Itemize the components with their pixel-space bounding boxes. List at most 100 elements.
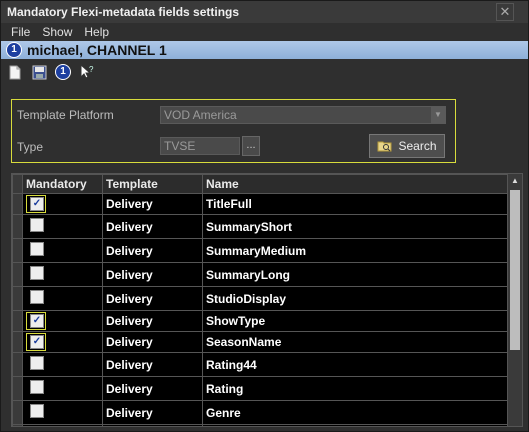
template-cell: Delivery: [102, 376, 203, 401]
search-button[interactable]: Search: [369, 134, 445, 158]
template-cell: Delivery: [102, 310, 203, 332]
row-selector[interactable]: [12, 262, 23, 287]
mandatory-cell: [22, 286, 103, 311]
column-header-template[interactable]: Template: [102, 174, 203, 194]
mandatory-checkbox-frame: ✓: [26, 333, 46, 351]
table-row[interactable]: Delivery SummaryMedium: [12, 238, 508, 263]
template-platform-label: Template Platform: [17, 108, 114, 122]
mandatory-checkbox[interactable]: ✓: [30, 314, 44, 328]
table-row[interactable]: Delivery SummaryLong: [12, 262, 508, 287]
template-cell: Delivery: [102, 331, 203, 353]
field-name-cell: FirstBroadcastingDate: [202, 424, 508, 426]
row-selector[interactable]: [12, 331, 23, 353]
svg-text:?: ?: [89, 65, 94, 74]
mandatory-checkbox[interactable]: ✓: [30, 335, 44, 349]
channel-number-badge: 1: [6, 42, 22, 58]
table-row[interactable]: ✓ Delivery SeasonName: [12, 331, 508, 353]
table-row[interactable]: ✓ DeliveryFirstBroadcastingDate: [12, 424, 508, 426]
menu-show[interactable]: Show: [36, 25, 78, 39]
template-platform-value: VOD America: [164, 108, 237, 122]
type-field[interactable]: TVSE: [160, 137, 240, 155]
field-name-cell: SummaryLong: [202, 262, 508, 287]
row-selector[interactable]: [12, 352, 23, 377]
mandatory-cell: [22, 214, 103, 239]
table-row[interactable]: Delivery SummaryShort: [12, 214, 508, 239]
table-row[interactable]: Delivery StudioDisplay: [12, 286, 508, 311]
table-row[interactable]: Delivery Rating44: [12, 352, 508, 377]
mandatory-checkbox-frame: ✓: [26, 195, 46, 213]
field-name-cell: SeasonName: [202, 331, 508, 353]
chevron-down-icon[interactable]: ▼: [431, 107, 445, 123]
menu-file[interactable]: File: [5, 25, 36, 39]
scrollbar-thumb[interactable]: [510, 190, 520, 350]
table-row[interactable]: Delivery Rating: [12, 376, 508, 401]
mandatory-checkbox[interactable]: [30, 404, 44, 418]
template-platform-select[interactable]: VOD America ▼: [160, 106, 446, 124]
close-button[interactable]: ✕: [496, 3, 514, 21]
toolbar: 1 ?: [1, 59, 528, 85]
row-selector[interactable]: [12, 193, 23, 215]
fields-grid[interactable]: Mandatory Template Name ✓ Delivery TitleFu…: [11, 173, 523, 427]
new-document-icon[interactable]: [6, 63, 24, 81]
row-selector[interactable]: [12, 424, 23, 426]
menu-help[interactable]: Help: [78, 25, 115, 39]
menu-bar: File Show Help: [1, 23, 528, 41]
field-name-cell: SummaryShort: [202, 214, 508, 239]
template-cell: Delivery: [102, 424, 203, 426]
scroll-up-icon[interactable]: ▲: [508, 174, 522, 188]
channel-bar: 1 michael, CHANNEL 1: [1, 41, 528, 59]
search-folder-icon: [377, 141, 392, 152]
mandatory-checkbox[interactable]: [30, 380, 44, 394]
column-header-mandatory[interactable]: Mandatory: [22, 174, 103, 194]
mandatory-checkbox[interactable]: [30, 242, 44, 256]
fields-table: Mandatory Template Name ✓ Delivery TitleFu…: [12, 174, 508, 426]
channel-badge-icon[interactable]: 1: [54, 63, 72, 81]
mandatory-cell: [22, 376, 103, 401]
mandatory-checkbox[interactable]: ✓: [30, 197, 44, 211]
table-header-row: Mandatory Template Name: [12, 174, 508, 194]
mandatory-checkbox-frame: ✓: [26, 312, 46, 330]
field-name-cell: Genre: [202, 400, 508, 425]
help-pointer-icon[interactable]: ?: [78, 63, 96, 81]
search-button-label: Search: [398, 139, 437, 153]
mandatory-checkbox-frame: [26, 216, 46, 234]
mandatory-checkbox-frame: [26, 264, 46, 282]
template-cell: Delivery: [102, 400, 203, 425]
mandatory-cell: ✓: [22, 424, 103, 426]
mandatory-checkbox[interactable]: [30, 356, 44, 370]
type-browse-button[interactable]: ...: [242, 136, 260, 156]
template-cell: Delivery: [102, 214, 203, 239]
vertical-scrollbar[interactable]: ▲: [508, 174, 522, 426]
row-selector[interactable]: [12, 214, 23, 239]
mandatory-cell: [22, 262, 103, 287]
field-name-cell: StudioDisplay: [202, 286, 508, 311]
row-selector[interactable]: [12, 310, 23, 332]
row-selector[interactable]: [12, 238, 23, 263]
field-name-cell: Rating: [202, 376, 508, 401]
row-selector[interactable]: [12, 400, 23, 425]
table-row[interactable]: ✓ Delivery TitleFull: [12, 193, 508, 215]
title-bar[interactable]: Mandatory Flexi-metadata fields settings…: [1, 1, 528, 23]
template-cell: Delivery: [102, 352, 203, 377]
channel-label: michael, CHANNEL 1: [27, 42, 167, 58]
template-cell: Delivery: [102, 286, 203, 311]
field-name-cell: ShowType: [202, 310, 508, 332]
settings-window: Mandatory Flexi-metadata fields settings…: [0, 0, 529, 432]
mandatory-cell: [22, 352, 103, 377]
mandatory-cell: [22, 238, 103, 263]
table-row[interactable]: ✓ Delivery ShowType: [12, 310, 508, 332]
template-cell: Delivery: [102, 238, 203, 263]
type-label: Type: [17, 140, 44, 154]
column-header-name[interactable]: Name: [202, 174, 508, 194]
mandatory-cell: ✓: [22, 310, 103, 332]
row-selector[interactable]: [12, 286, 23, 311]
mandatory-checkbox[interactable]: [30, 290, 44, 304]
table-row[interactable]: Delivery Genre: [12, 400, 508, 425]
mandatory-checkbox[interactable]: [30, 266, 44, 280]
mandatory-checkbox[interactable]: [30, 218, 44, 232]
save-icon[interactable]: [30, 63, 48, 81]
field-name-cell: TitleFull: [202, 193, 508, 215]
mandatory-checkbox-frame: [26, 354, 46, 372]
row-selector[interactable]: [12, 376, 23, 401]
mandatory-cell: ✓: [22, 331, 103, 353]
